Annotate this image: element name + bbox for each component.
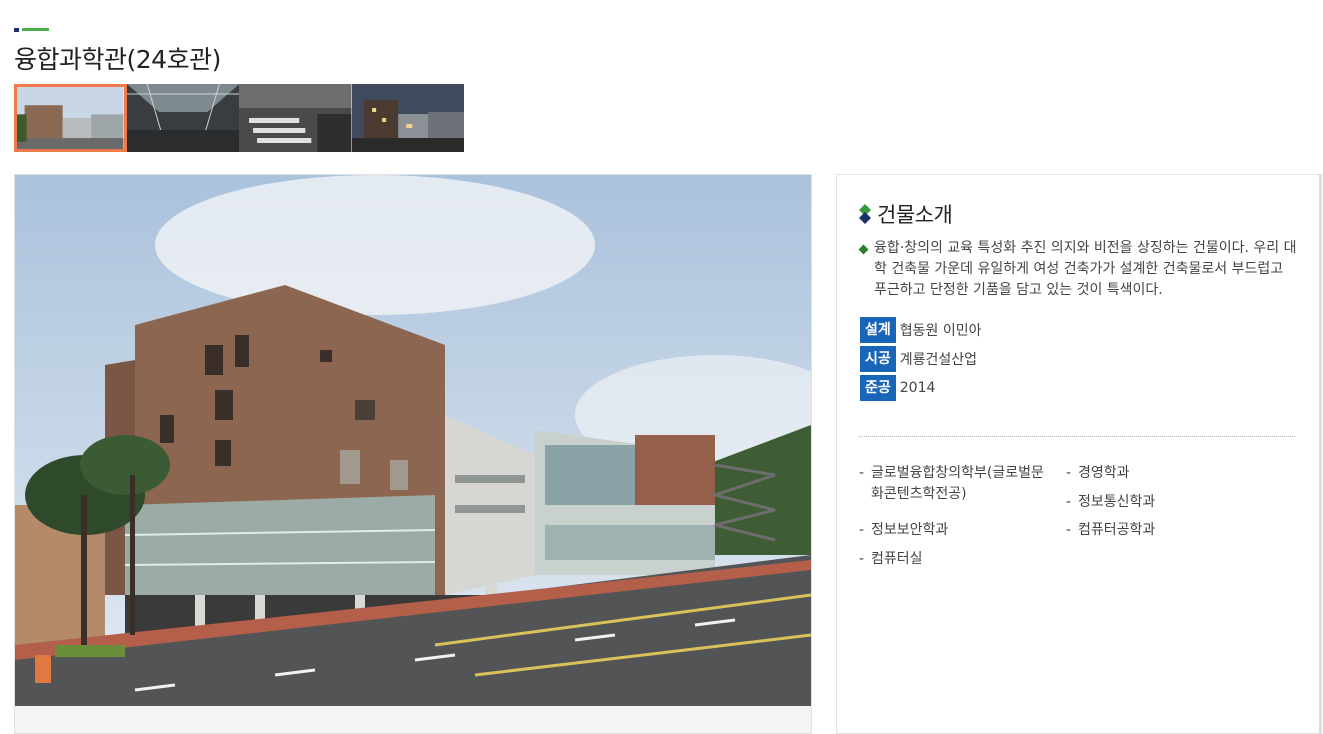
thumbnail-strip: [14, 84, 464, 152]
design-value: 협동원 이민아: [899, 323, 982, 339]
department-item: - 정보통신학과: [1066, 494, 1156, 510]
description-text: 융합·창의의 교육 특성화 추진 의지와 비전을 상징하는 건물이다. 우리 대…: [874, 240, 1297, 298]
title-deco-green: [22, 28, 49, 31]
construction-row: 시공 계룡건설산업: [860, 346, 977, 372]
atrium-thumb-image: [126, 84, 239, 152]
thumbnail-exterior-day[interactable]: [14, 84, 127, 152]
dotted-divider: [859, 436, 1295, 437]
thumbnail-atrium[interactable]: [126, 84, 239, 152]
design-tag: 설계: [860, 317, 896, 343]
department-item: - 컴퓨터공학과: [1066, 522, 1156, 538]
section-heading: 건물소개: [877, 203, 953, 227]
page-title: 융합과학관(24호관): [14, 45, 221, 74]
design-row: 설계 협동원 이민아: [860, 317, 982, 343]
department-item: - 글로벌융합창의학부(글로벌문 화콘텐츠학전공): [859, 465, 1044, 502]
department-item: - 컴퓨터실: [859, 551, 923, 567]
completion-row: 준공 2014: [860, 375, 935, 401]
thumbnail-exterior-dusk[interactable]: [351, 84, 464, 152]
title-decoration: [14, 28, 49, 32]
panel-scrollbar[interactable]: [1319, 174, 1322, 734]
main-photo-frame: [14, 174, 812, 734]
construction-value: 계룡건설산업: [899, 352, 978, 368]
title-deco-navy: [14, 28, 19, 32]
lecture-hall-thumb-image: [239, 84, 352, 152]
completion-tag: 준공: [860, 375, 896, 401]
exterior-dusk-thumb-image: [351, 84, 464, 152]
department-item: - 정보보안학과: [859, 522, 949, 538]
department-item: - 경영학과: [1066, 465, 1130, 481]
completion-value: 2014: [899, 380, 936, 396]
thumbnail-lecture-hall[interactable]: [239, 84, 352, 152]
diamond-icon: [859, 204, 871, 224]
construction-tag: 시공: [860, 346, 896, 372]
section-header: 건물소개: [859, 199, 953, 229]
building-description: 융합·창의의 교육 특성화 추진 의지와 비전을 상징하는 건물이다. 우리 대…: [858, 238, 1300, 301]
exterior-day-thumb-image: [17, 87, 124, 149]
bullet-diamond-icon: [858, 244, 869, 255]
main-building-photo: [15, 175, 811, 706]
building-info-panel: 건물소개 융합·창의의 교육 특성화 추진 의지와 비전을 상징하는 건물이다.…: [836, 174, 1322, 734]
